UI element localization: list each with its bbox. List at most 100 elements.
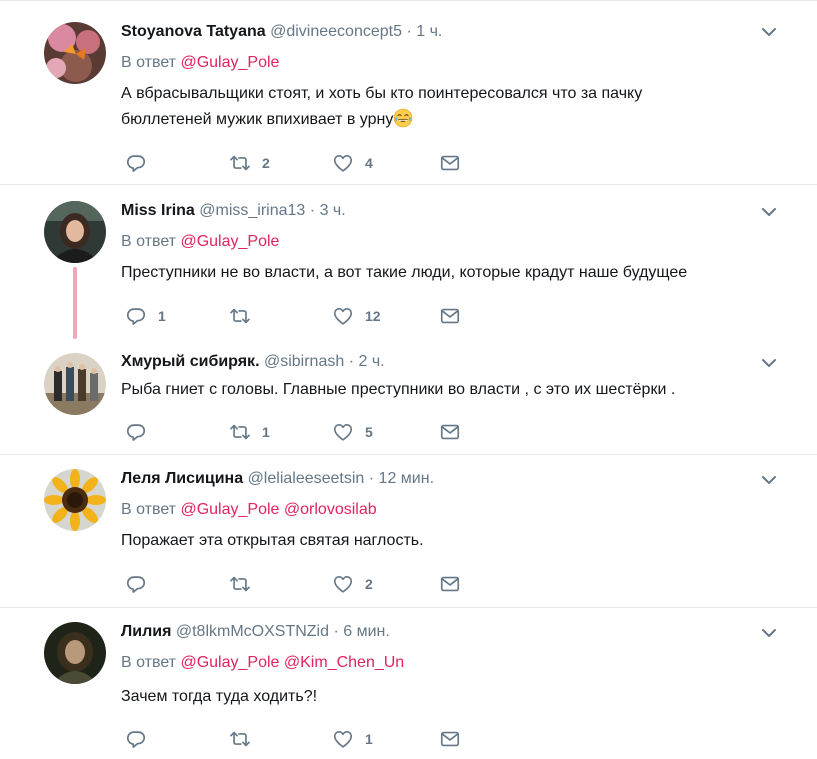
- retweet-count: 2: [262, 155, 270, 171]
- reply-button[interactable]: [125, 727, 158, 751]
- envelope-icon: [439, 728, 461, 750]
- tweet[interactable]: Miss Irina @miss_irina13 · 3 ч. В ответ …: [0, 185, 817, 339]
- tweet-header: Хмурый сибиряк. @sibirnash · 2 ч.: [121, 351, 385, 373]
- retweet-count: 1: [262, 424, 270, 440]
- avatar[interactable]: [44, 201, 106, 263]
- tweet-header: Лилия @t8lkmMcOXSTNZid · 6 мин.: [121, 621, 390, 643]
- replying-label: В ответ: [121, 501, 177, 518]
- timestamp[interactable]: 1 ч.: [416, 23, 442, 40]
- tweet-header: Miss Irina @miss_irina13 · 3 ч.: [121, 200, 346, 222]
- like-button[interactable]: 4: [332, 151, 373, 175]
- direct-message-button[interactable]: [439, 572, 461, 596]
- tweet-text: Зачем тогда туда ходить?!: [121, 688, 318, 705]
- user-handle[interactable]: @lelialeeseetsin: [248, 470, 365, 487]
- separator-dot: ·: [368, 470, 375, 487]
- mention-link[interactable]: @orlovosilab: [284, 501, 377, 518]
- separator-dot: ·: [309, 202, 316, 219]
- reply-button[interactable]: [125, 572, 158, 596]
- retweet-icon: [229, 573, 251, 595]
- replying-label: В ответ: [121, 54, 177, 71]
- mention-link[interactable]: @Gulay_Pole: [180, 501, 279, 518]
- separator-dot: ·: [348, 353, 355, 370]
- avatar[interactable]: [44, 469, 106, 531]
- display-name[interactable]: Stoyanova Tatyana: [121, 23, 266, 40]
- replying-label: В ответ: [121, 233, 177, 250]
- heart-icon: [332, 728, 354, 750]
- timestamp[interactable]: 2 ч.: [358, 353, 384, 370]
- chevron-down-icon[interactable]: [759, 202, 779, 222]
- retweet-button[interactable]: 1: [229, 420, 270, 444]
- user-handle[interactable]: @miss_irina13: [199, 202, 305, 219]
- mention-link[interactable]: @Gulay_Pole: [180, 54, 279, 71]
- direct-message-button[interactable]: [439, 727, 461, 751]
- direct-message-button[interactable]: [439, 151, 461, 175]
- heart-icon: [332, 573, 354, 595]
- direct-message-button[interactable]: [439, 420, 461, 444]
- retweet-button[interactable]: [229, 304, 262, 328]
- envelope-icon: [439, 421, 461, 443]
- display-name[interactable]: Леля Лисицина: [121, 470, 243, 487]
- reply-button[interactable]: [125, 420, 158, 444]
- tweet[interactable]: Леля Лисицина @lelialeeseetsin · 12 мин.…: [0, 455, 817, 607]
- tweet[interactable]: Stoyanova Tatyana @divineeconcept5 · 1 ч…: [0, 0, 817, 184]
- separator-dot: ·: [333, 623, 339, 640]
- retweet-icon: [229, 152, 251, 174]
- separator-dot: ·: [406, 23, 412, 40]
- retweet-icon: [229, 421, 251, 443]
- tweet[interactable]: Хмурый сибиряк. @sibirnash · 2 ч. Рыба г…: [0, 338, 817, 454]
- heart-icon: [332, 152, 354, 174]
- thread-connector: [73, 267, 77, 339]
- tweet-text: Поражает эта открытая святая наглость.: [121, 532, 424, 549]
- replying-to: В ответ @Gulay_Pole: [121, 232, 279, 252]
- display-name[interactable]: Лилия: [121, 623, 171, 640]
- reply-count: 1: [158, 308, 166, 324]
- timestamp[interactable]: 12 мин.: [379, 470, 434, 487]
- reply-button[interactable]: 1: [125, 304, 166, 328]
- mention-link[interactable]: @Gulay_Pole: [180, 654, 279, 671]
- replying-to: В ответ @Gulay_Pole @orlovosilab: [121, 500, 377, 520]
- avatar[interactable]: [44, 353, 106, 415]
- mention-link[interactable]: @Kim_Chen_Un: [284, 654, 404, 671]
- chevron-down-icon[interactable]: [759, 470, 779, 490]
- like-count: 5: [365, 424, 373, 440]
- chevron-down-icon[interactable]: [759, 353, 779, 373]
- retweet-button[interactable]: [229, 727, 262, 751]
- user-handle[interactable]: @sibirnash: [264, 353, 344, 370]
- tweet-text: Рыба гниет с головы. Главные преступники…: [121, 381, 676, 398]
- like-button[interactable]: 12: [332, 304, 381, 328]
- reply-icon: [125, 728, 147, 750]
- avatar[interactable]: [44, 622, 106, 684]
- retweet-button[interactable]: [229, 572, 262, 596]
- chevron-down-icon[interactable]: [759, 623, 779, 643]
- envelope-icon: [439, 152, 461, 174]
- like-count: 2: [365, 576, 373, 592]
- reply-button[interactable]: [125, 151, 158, 175]
- tweet-header: Stoyanova Tatyana @divineeconcept5 · 1 ч…: [121, 21, 442, 43]
- tweet-text: А вбрасывальщики стоят, и хоть бы кто по…: [121, 81, 771, 133]
- retweet-icon: [229, 728, 251, 750]
- replying-label: В ответ: [121, 654, 177, 671]
- direct-message-button[interactable]: [439, 304, 461, 328]
- avatar[interactable]: [44, 22, 106, 84]
- tweet[interactable]: Лилия @t8lkmMcOXSTNZid · 6 мин. В ответ …: [0, 608, 817, 759]
- display-name[interactable]: Хмурый сибиряк.: [121, 353, 260, 370]
- face-with-tears-of-joy-icon: [394, 108, 413, 128]
- tweet-text: Преступники не во власти, а вот такие лю…: [121, 264, 688, 281]
- reply-icon: [125, 305, 147, 327]
- user-handle[interactable]: @divineeconcept5: [270, 23, 402, 40]
- envelope-icon: [439, 305, 461, 327]
- heart-icon: [332, 305, 354, 327]
- chevron-down-icon[interactable]: [759, 22, 779, 42]
- heart-icon: [332, 421, 354, 443]
- tweet-header: Леля Лисицина @lelialeeseetsin · 12 мин.: [121, 468, 434, 490]
- like-button[interactable]: 5: [332, 420, 373, 444]
- like-button[interactable]: 1: [332, 727, 373, 751]
- timestamp[interactable]: 6 мин.: [343, 623, 390, 640]
- like-button[interactable]: 2: [332, 572, 373, 596]
- display-name[interactable]: Miss Irina: [121, 202, 195, 219]
- retweet-button[interactable]: 2: [229, 151, 270, 175]
- replying-to: В ответ @Gulay_Pole: [121, 53, 279, 73]
- timestamp[interactable]: 3 ч.: [320, 202, 346, 219]
- mention-link[interactable]: @Gulay_Pole: [180, 233, 279, 250]
- user-handle[interactable]: @t8lkmMcOXSTNZid: [176, 623, 329, 640]
